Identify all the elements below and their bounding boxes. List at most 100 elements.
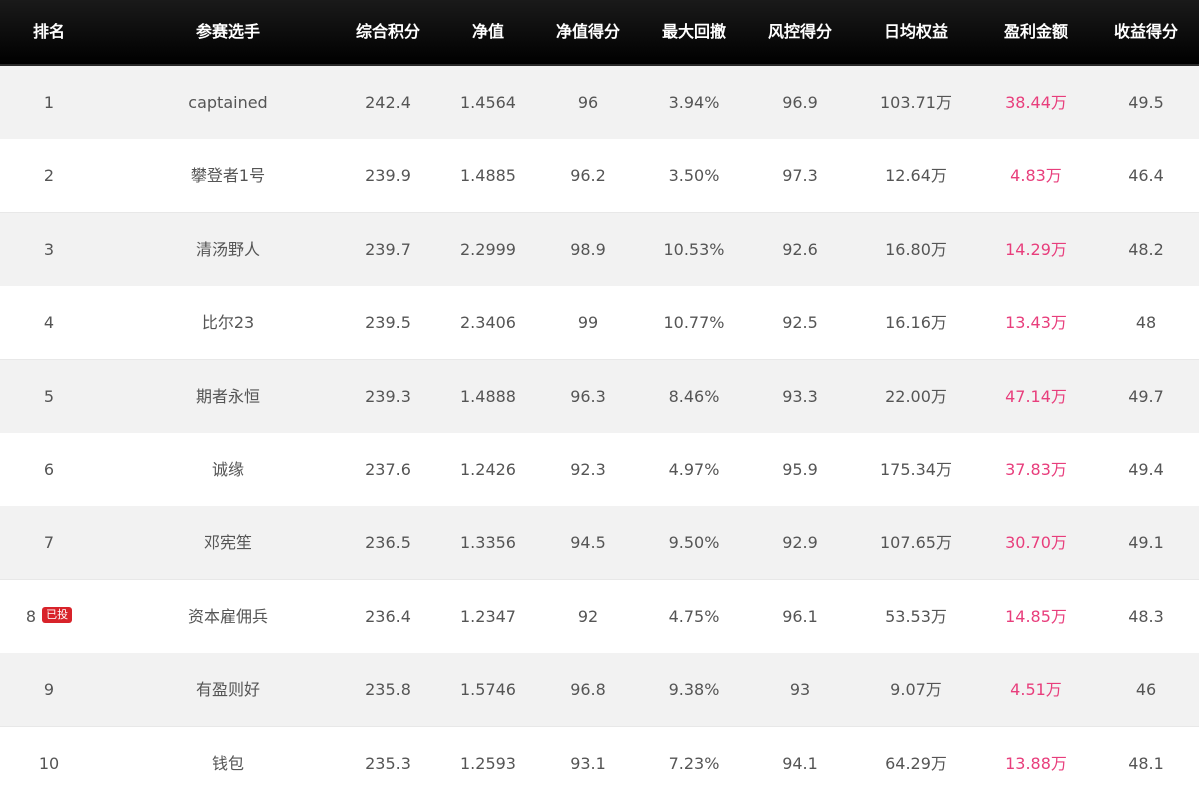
return-score-cell-text: 46.4 bbox=[1128, 166, 1164, 186]
nav-score-cell: 98.9 bbox=[538, 213, 638, 286]
drawdown-cell: 4.75% bbox=[642, 580, 746, 653]
drawdown-cell: 10.53% bbox=[642, 213, 746, 286]
rank-cell-text: 1 bbox=[43, 93, 55, 112]
profit-cell: 14.85万 bbox=[976, 580, 1096, 653]
col-header-player[interactable]: 参赛选手 bbox=[118, 0, 338, 64]
score-cell-text: 235.8 bbox=[365, 680, 411, 700]
return-score-cell: 49.5 bbox=[1096, 66, 1196, 139]
table-row[interactable]: 7 邓宪笙 236.5 1.3356 94.5 9.50% 92.9 107.65万 30.70… bbox=[0, 506, 1199, 581]
return-score-cell-text: 46 bbox=[1135, 680, 1157, 700]
return-score-cell: 48.3 bbox=[1096, 580, 1196, 653]
col-header-nav[interactable]: 净值 bbox=[438, 0, 538, 64]
profit-cell-text: 37.83万 bbox=[1005, 460, 1067, 479]
table-row[interactable]: 3 清汤野人 239.7 2.2999 98.9 10.53% 92.6 16.80万 14.2… bbox=[0, 212, 1199, 287]
col-header-profit[interactable]: 盈利金额 bbox=[976, 0, 1096, 64]
return-score-cell-text: 49.5 bbox=[1128, 93, 1164, 112]
col-header-score[interactable]: 综合积分 bbox=[338, 0, 438, 64]
score-cell: 235.3 bbox=[338, 727, 438, 800]
return-score-cell: 46.4 bbox=[1096, 139, 1196, 212]
table-row[interactable]: 4 比尔23 239.5 2.3406 99 10.77% 92.5 16.16万 13.43万… bbox=[0, 286, 1199, 361]
player-cell[interactable]: 资本雇佣兵 bbox=[118, 580, 338, 653]
rank-cell: 3 bbox=[0, 213, 98, 286]
profit-cell-text: 38.44万 bbox=[1005, 93, 1067, 112]
return-score-cell-text: 48.3 bbox=[1128, 606, 1164, 626]
rank-cell-text: 9 bbox=[43, 680, 55, 700]
risk-score-cell-text: 92.9 bbox=[782, 533, 818, 553]
drawdown-cell: 9.38% bbox=[642, 653, 746, 726]
nav-cell: 1.2593 bbox=[438, 727, 538, 800]
player-cell[interactable]: 比尔23 bbox=[118, 286, 338, 359]
nav-cell: 1.3356 bbox=[438, 506, 538, 579]
col-header-return-score[interactable]: 收益得分 bbox=[1096, 0, 1196, 64]
col-header-rank[interactable]: 排名 bbox=[0, 0, 98, 64]
score-cell: 236.4 bbox=[338, 580, 438, 653]
risk-score-cell: 92.6 bbox=[750, 213, 850, 286]
table-row[interactable]: 6 诚缘 237.6 1.2426 92.3 4.97% 95.9 175.34万 37.83万… bbox=[0, 433, 1199, 507]
rank-cell: 5 bbox=[0, 360, 98, 433]
player-cell[interactable]: 邓宪笙 bbox=[118, 506, 338, 579]
player-cell-text: 诚缘 bbox=[211, 460, 244, 479]
col-header-drawdown[interactable]: 最大回撤 bbox=[642, 0, 746, 64]
nav-score-cell: 94.5 bbox=[538, 506, 638, 579]
table-row[interactable]: 1 captained 242.4 1.4564 96 3.94% 96.9 103.71万 3… bbox=[0, 66, 1199, 140]
return-score-cell-text: 49.1 bbox=[1128, 533, 1164, 553]
drawdown-cell: 8.46% bbox=[642, 360, 746, 433]
risk-score-cell: 92.5 bbox=[750, 286, 850, 359]
return-score-cell: 49.1 bbox=[1096, 506, 1196, 579]
profit-cell: 13.88万 bbox=[976, 727, 1096, 800]
table-row[interactable]: 5 期者永恒 239.3 1.4888 96.3 8.46% 93.3 22.00万 47.14… bbox=[0, 359, 1199, 434]
nav-score-cell-text: 94.5 bbox=[570, 533, 606, 553]
table-row[interactable]: 2 攀登者1号 239.9 1.4885 96.2 3.50% 97.3 12.64万 4.83… bbox=[0, 139, 1199, 214]
col-header-risk-score[interactable]: 风控得分 bbox=[750, 0, 850, 64]
risk-score-cell-text: 97.3 bbox=[782, 166, 818, 186]
nav-score-cell: 96.8 bbox=[538, 653, 638, 726]
drawdown-cell: 9.50% bbox=[642, 506, 746, 579]
table-row[interactable]: 8 已投 资本雇佣兵 236.4 1.2347 92 4.75% 96.1 53.53万 14.8… bbox=[0, 579, 1199, 654]
nav-cell: 1.2347 bbox=[438, 580, 538, 653]
drawdown-cell: 7.23% bbox=[642, 727, 746, 800]
return-score-cell-text: 48.1 bbox=[1128, 753, 1164, 773]
profit-cell-text: 14.29万 bbox=[1005, 239, 1067, 259]
player-cell[interactable]: 诚缘 bbox=[118, 433, 338, 506]
drawdown-cell-text: 4.97% bbox=[668, 460, 720, 479]
rank-cell-text: 8 bbox=[25, 606, 37, 626]
equity-cell-text: 64.29万 bbox=[885, 753, 947, 773]
profit-cell-text: 13.43万 bbox=[1005, 313, 1067, 333]
drawdown-cell-text: 9.50% bbox=[668, 533, 720, 553]
score-cell: 237.6 bbox=[338, 433, 438, 506]
return-score-cell: 49.4 bbox=[1096, 433, 1196, 506]
player-cell[interactable]: 清汤野人 bbox=[118, 213, 338, 286]
table-row[interactable]: 10 钱包 235.3 1.2593 93.1 7.23% 94.1 64.29万 13.88万… bbox=[0, 726, 1199, 800]
score-cell: 239.9 bbox=[338, 139, 438, 212]
equity-cell: 16.16万 bbox=[856, 286, 976, 359]
equity-cell: 107.65万 bbox=[856, 506, 976, 579]
risk-score-cell: 96.1 bbox=[750, 580, 850, 653]
col-header-nav-score[interactable]: 净值得分 bbox=[538, 0, 638, 64]
col-header-equity[interactable]: 日均权益 bbox=[856, 0, 976, 64]
player-cell[interactable]: 钱包 bbox=[118, 727, 338, 800]
player-cell[interactable]: captained bbox=[118, 66, 338, 139]
table-row[interactable]: 9 有盈则好 235.8 1.5746 96.8 9.38% 93 9.07万 4.51万 46 bbox=[0, 653, 1199, 728]
equity-cell: 9.07万 bbox=[856, 653, 976, 726]
nav-cell-text: 1.3356 bbox=[460, 533, 516, 553]
drawdown-cell: 10.77% bbox=[642, 286, 746, 359]
rank-cell: 6 bbox=[0, 433, 98, 506]
score-cell: 239.5 bbox=[338, 286, 438, 359]
equity-cell-text: 22.00万 bbox=[885, 386, 947, 406]
equity-cell: 53.53万 bbox=[856, 580, 976, 653]
equity-cell: 103.71万 bbox=[856, 66, 976, 139]
equity-cell-text: 9.07万 bbox=[890, 680, 942, 700]
drawdown-cell-text: 9.38% bbox=[668, 680, 720, 700]
score-cell: 239.3 bbox=[338, 360, 438, 433]
return-score-cell: 46 bbox=[1096, 653, 1196, 726]
player-cell-text: 清汤野人 bbox=[195, 239, 260, 259]
risk-score-cell: 97.3 bbox=[750, 139, 850, 212]
player-cell[interactable]: 期者永恒 bbox=[118, 360, 338, 433]
nav-cell-text: 2.3406 bbox=[460, 313, 516, 333]
risk-score-cell-text: 94.1 bbox=[782, 753, 818, 773]
risk-score-cell: 92.9 bbox=[750, 506, 850, 579]
player-cell[interactable]: 攀登者1号 bbox=[118, 139, 338, 212]
risk-score-cell-text: 92.5 bbox=[782, 313, 818, 333]
score-cell-text: 239.5 bbox=[365, 313, 411, 333]
player-cell[interactable]: 有盈则好 bbox=[118, 653, 338, 726]
